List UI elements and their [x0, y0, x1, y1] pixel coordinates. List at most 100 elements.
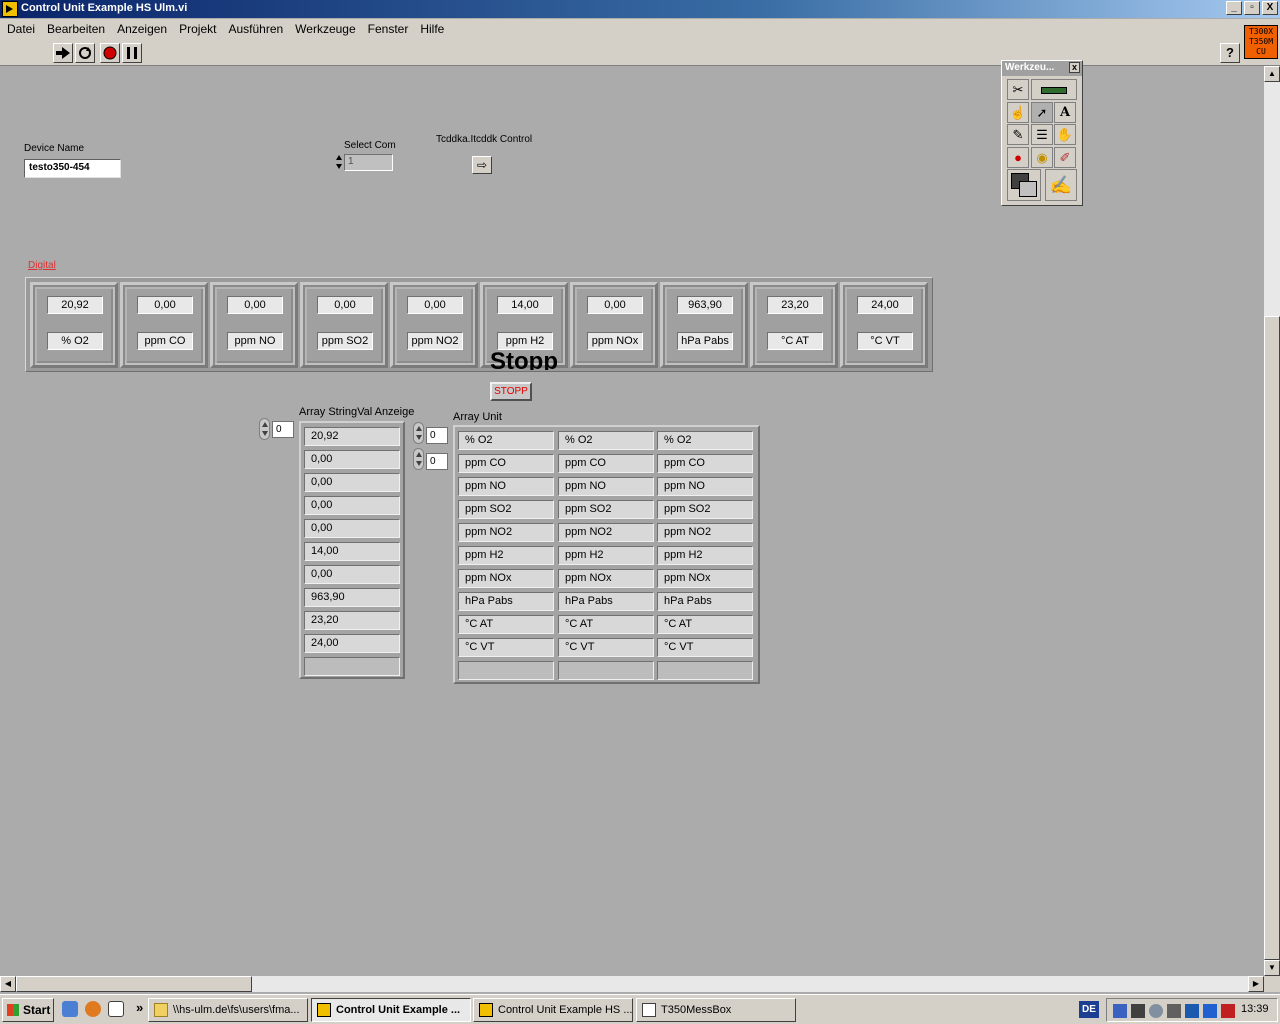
- array-unit-element[interactable]: [657, 661, 753, 680]
- tools-tray-icon[interactable]: [1185, 1004, 1199, 1018]
- menu-projekt[interactable]: Projekt: [179, 19, 223, 40]
- set-color-tool-icon[interactable]: [1007, 169, 1041, 201]
- array-unit-element[interactable]: % O2: [657, 431, 753, 450]
- firefox-quicklaunch-icon[interactable]: [85, 1001, 101, 1017]
- taskbar-item-messbox[interactable]: T350MessBox: [636, 998, 796, 1022]
- minimize-button[interactable]: _: [1226, 1, 1242, 15]
- breakpoint-tool-icon[interactable]: ●: [1007, 147, 1029, 168]
- array-unit-element[interactable]: °C VT: [657, 638, 753, 657]
- array-unit-element[interactable]: °C AT: [657, 615, 753, 634]
- array-unit-element[interactable]: °C AT: [558, 615, 654, 634]
- array-unit-element[interactable]: °C AT: [458, 615, 554, 634]
- object-shortcut-menu-tool-icon[interactable]: ☰: [1031, 124, 1053, 145]
- menu-fenster[interactable]: Fenster: [368, 19, 416, 40]
- array-stringval-index[interactable]: 0: [272, 421, 294, 438]
- menu-werkzeuge[interactable]: Werkzeuge: [295, 19, 362, 40]
- array-unit-element[interactable]: °C VT: [458, 638, 554, 657]
- position-select-tool-icon[interactable]: ➚: [1031, 102, 1053, 123]
- array-stringval-element[interactable]: 0,00: [304, 450, 400, 469]
- scroll-left-icon[interactable]: ◀: [0, 976, 16, 992]
- array-stringval-index-stepper[interactable]: [259, 418, 270, 440]
- menu-anzeigen[interactable]: Anzeigen: [117, 19, 174, 40]
- array-unit-col-index[interactable]: 0: [426, 453, 448, 470]
- scroll-down-icon[interactable]: ▼: [1264, 960, 1280, 976]
- operate-value-tool-icon[interactable]: ☝: [1007, 102, 1029, 123]
- volume-tray-icon[interactable]: [1167, 1004, 1181, 1018]
- vertical-scrollbar[interactable]: ▲ ▼: [1264, 66, 1280, 976]
- tools-palette-close-button[interactable]: x: [1069, 62, 1080, 73]
- array-unit-element[interactable]: % O2: [558, 431, 654, 450]
- array-unit-row-index[interactable]: 0: [426, 427, 448, 444]
- stopp-button[interactable]: STOPP: [490, 382, 532, 401]
- taskbar-item-control-unit[interactable]: Control Unit Example HS ...: [473, 998, 633, 1022]
- array-stringval-element[interactable]: 0,00: [304, 473, 400, 492]
- select-com-stepper[interactable]: [336, 154, 342, 170]
- taskbar-item-folder[interactable]: \\hs-ulm.de\fs\users\fma...: [148, 998, 308, 1022]
- array-unit-element[interactable]: [458, 661, 554, 680]
- array-unit-element[interactable]: ppm NOx: [558, 569, 654, 588]
- array-unit-element[interactable]: [558, 661, 654, 680]
- array-unit-element[interactable]: ppm CO: [458, 454, 554, 473]
- vi-icon[interactable]: T300X T350M CU: [1244, 25, 1278, 59]
- device-name-field[interactable]: testo350-454: [24, 159, 121, 178]
- scroll-right-icon[interactable]: ▶: [1248, 976, 1264, 992]
- probe-data-tool-icon[interactable]: ◉: [1031, 147, 1053, 168]
- array-stringval-element-empty[interactable]: [304, 657, 400, 676]
- paintbrush-tool-icon[interactable]: ✍: [1045, 169, 1077, 201]
- array-unit-element[interactable]: ppm H2: [458, 546, 554, 565]
- array-unit-element[interactable]: °C VT: [558, 638, 654, 657]
- menu-datei[interactable]: Datei: [7, 19, 42, 40]
- array-unit-element[interactable]: ppm NO: [657, 477, 753, 496]
- array-unit-element[interactable]: ppm SO2: [657, 500, 753, 519]
- start-button[interactable]: Start: [2, 998, 54, 1022]
- labview-app-icon[interactable]: [2, 1, 18, 17]
- desktop-quicklaunch-icon[interactable]: [108, 1001, 124, 1017]
- alert-tray-icon[interactable]: [1221, 1004, 1235, 1018]
- run-continuously-button[interactable]: [75, 43, 95, 63]
- array-unit-element[interactable]: ppm NO2: [558, 523, 654, 542]
- get-color-tool-icon[interactable]: ✐: [1054, 147, 1076, 168]
- array-unit-element[interactable]: ppm NOx: [657, 569, 753, 588]
- array-unit-element[interactable]: ppm SO2: [458, 500, 554, 519]
- network-tray-icon[interactable]: [1113, 1004, 1127, 1018]
- array-stringval-element[interactable]: 963,90: [304, 588, 400, 607]
- horizontal-scroll-thumb[interactable]: [16, 976, 252, 992]
- run-button[interactable]: [53, 43, 73, 63]
- select-com-input[interactable]: 1: [344, 154, 393, 171]
- array-unit-element[interactable]: hPa Pabs: [458, 592, 554, 611]
- array-unit-element[interactable]: hPa Pabs: [657, 592, 753, 611]
- array-unit-element[interactable]: hPa Pabs: [558, 592, 654, 611]
- security-tray-icon[interactable]: [1149, 1004, 1163, 1018]
- array-unit-element[interactable]: ppm NO: [558, 477, 654, 496]
- array-unit-row-index-stepper[interactable]: [413, 422, 424, 444]
- array-unit-element[interactable]: ppm H2: [558, 546, 654, 565]
- restore-button[interactable]: ▫: [1244, 1, 1260, 15]
- quicklaunch-more-icon[interactable]: »: [136, 1000, 143, 1015]
- antivirus-tray-icon[interactable]: [1203, 1004, 1217, 1018]
- auto-tool-icon[interactable]: ✂: [1007, 79, 1029, 100]
- ie-quicklaunch-icon[interactable]: [62, 1001, 78, 1017]
- array-stringval-element[interactable]: 23,20: [304, 611, 400, 630]
- taskbar-item-control-unit-active[interactable]: Control Unit Example ...: [311, 998, 471, 1022]
- tools-palette-titlebar[interactable]: Werkzeu... x: [1002, 61, 1082, 76]
- array-unit-element[interactable]: ppm H2: [657, 546, 753, 565]
- close-button[interactable]: X: [1262, 1, 1278, 15]
- refnum-control[interactable]: ⇨: [472, 156, 492, 174]
- digital-cluster-label[interactable]: Digital: [28, 260, 56, 271]
- array-stringval-element[interactable]: 24,00: [304, 634, 400, 653]
- edit-text-tool-icon[interactable]: A: [1054, 102, 1076, 123]
- language-indicator[interactable]: DE: [1079, 1001, 1099, 1018]
- pause-button[interactable]: [122, 43, 142, 63]
- array-unit-col-index-stepper[interactable]: [413, 448, 424, 470]
- connect-wire-tool-icon[interactable]: ✎: [1007, 124, 1029, 145]
- array-stringval-element[interactable]: 0,00: [304, 519, 400, 538]
- array-stringval-element[interactable]: 20,92: [304, 427, 400, 446]
- menu-hilfe[interactable]: Hilfe: [420, 19, 451, 40]
- array-unit-element[interactable]: ppm NO2: [657, 523, 753, 542]
- vertical-scroll-thumb[interactable]: [1264, 316, 1280, 960]
- context-help-button[interactable]: ?: [1220, 43, 1240, 63]
- array-unit-element[interactable]: ppm CO: [657, 454, 753, 473]
- array-unit-element[interactable]: ppm NO2: [458, 523, 554, 542]
- array-unit-element[interactable]: ppm NO: [458, 477, 554, 496]
- array-unit-element[interactable]: ppm CO: [558, 454, 654, 473]
